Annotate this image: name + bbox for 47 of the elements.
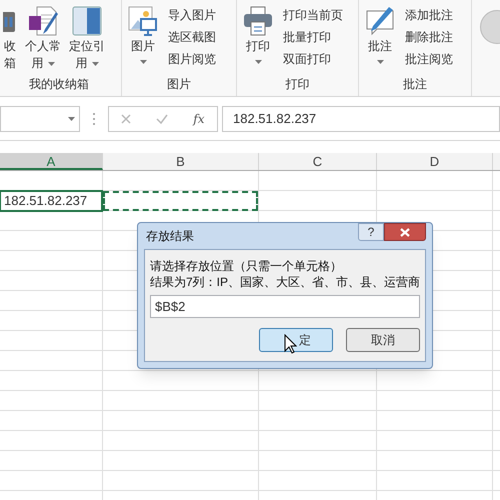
grip-icon: [92, 112, 96, 126]
split-panel-icon: [72, 6, 102, 36]
name-box[interactable]: [0, 106, 80, 132]
comment-pencil-icon: [365, 6, 395, 36]
prompt-text: 结果为7列：IP、国家、大区、省、市、县、运营商: [150, 274, 420, 290]
close-icon: [400, 228, 410, 236]
dialog-button[interactable]: 定: [259, 328, 333, 352]
caret-icon: [68, 116, 75, 120]
prompt-text: 请选择存放位置（只需一个单元格）: [150, 258, 343, 274]
column-header[interactable]: B: [103, 153, 259, 170]
group-label: 打印: [284, 76, 310, 93]
group-label: 批注: [402, 76, 428, 93]
ribbon-button[interactable]: 图片阅览: [166, 50, 218, 69]
group-label: 我的收纳箱: [28, 76, 90, 93]
dialog-button[interactable]: 取消: [346, 328, 420, 352]
insert-function-button[interactable]: fx: [193, 110, 205, 128]
ribbon-button[interactable]: 定位引 用: [67, 6, 107, 72]
dialog-title: 存放结果: [145, 228, 194, 245]
ribbon-button[interactable]: 批注: [363, 6, 397, 64]
enter-icon[interactable]: [156, 114, 168, 124]
ribbon-button[interactable]: 个人常 用: [23, 6, 63, 72]
input-field[interactable]: $B$2: [150, 295, 420, 318]
cursor-icon: [284, 334, 297, 354]
cell[interactable]: [103, 191, 258, 211]
cell[interactable]: 182.51.82.237: [0, 191, 102, 211]
group-label: 图片: [166, 76, 192, 93]
ribbon-button[interactable]: 图片: [126, 6, 160, 64]
help-button[interactable]: ?: [358, 223, 384, 241]
ribbon-button[interactable]: 导入图片: [166, 6, 218, 25]
picture-icon: [128, 6, 158, 36]
formula-input[interactable]: 182.51.82.237: [222, 106, 500, 132]
close-button[interactable]: [384, 223, 426, 241]
column-header[interactable]: A: [0, 153, 103, 170]
cancel-icon[interactable]: [121, 114, 132, 124]
column-header[interactable]: D: [377, 153, 493, 170]
printer-icon: [243, 6, 273, 36]
ribbon-button[interactable]: 选区截图: [166, 28, 218, 47]
ribbon-button[interactable]: 打印: [241, 6, 275, 64]
ribbon-button[interactable]: 添加批注: [403, 6, 455, 25]
column-header[interactable]: C: [259, 153, 377, 170]
ribbon-button[interactable]: 删除批注: [403, 28, 455, 47]
ribbon-button[interactable]: 打印当前页: [281, 6, 345, 25]
ribbon-button[interactable]: 双面打印: [281, 50, 345, 69]
ribbon-button[interactable]: 批注阅览: [403, 50, 455, 69]
notebook-pen-icon: [28, 6, 58, 36]
ribbon-button[interactable]: 收 箱: [1, 6, 19, 72]
ribbon-button[interactable]: 批量打印: [281, 28, 345, 47]
